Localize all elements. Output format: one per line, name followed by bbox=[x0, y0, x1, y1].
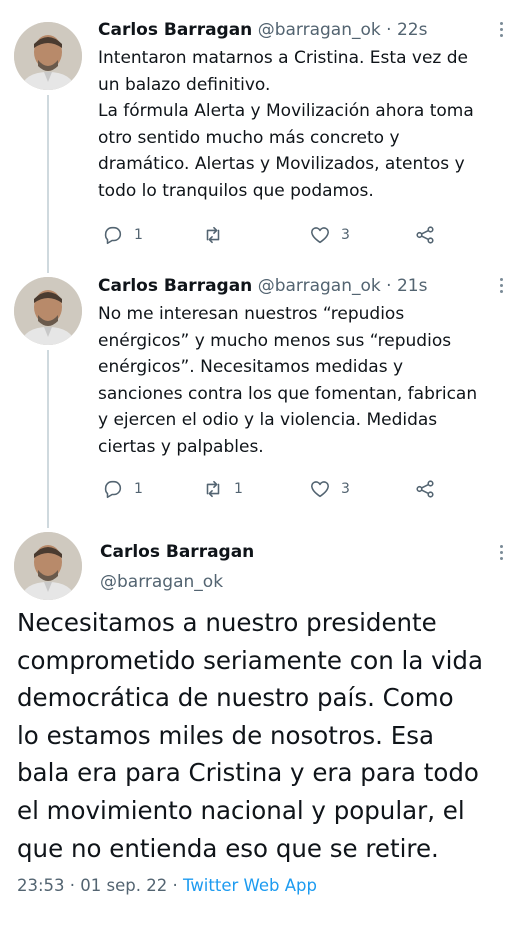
tweet-line: otro sentido mucho más concreto y bbox=[98, 127, 400, 148]
tweet-line: Necesitamos a nuestro presidente bbox=[17, 608, 437, 637]
tweet-line: La fórmula Alerta y Movilización ahora t… bbox=[98, 101, 474, 121]
reply-button[interactable]: 1 bbox=[102, 478, 143, 500]
tweet-header: Carlos Barragan @barragan_ok · 22s bbox=[98, 20, 427, 40]
display-name[interactable]: Carlos Barragan bbox=[98, 20, 252, 40]
reply-icon bbox=[104, 226, 122, 245]
retweet-button[interactable]: 1 bbox=[202, 478, 243, 500]
tweet-text: No me interesan nuestros “repudios enérg… bbox=[98, 301, 508, 460]
tweet-line: todo lo tranquilos que podamos. bbox=[98, 180, 374, 201]
reply-button[interactable]: 1 bbox=[102, 224, 143, 246]
tweet-line: el movimiento nacional y popular, el bbox=[17, 795, 465, 825]
share-button[interactable] bbox=[414, 478, 436, 500]
share-button[interactable] bbox=[414, 224, 436, 246]
tweet-line: enérgicos” y mucho menos sus “repudios bbox=[98, 330, 452, 351]
user-handle[interactable]: @barragan_ok bbox=[258, 20, 381, 40]
retweet-icon bbox=[206, 226, 220, 244]
tweet-header: Carlos Barragan @barragan_ok · 21s bbox=[98, 276, 427, 296]
tweet-thread: Carlos Barragan @barragan_ok · 22s Inten… bbox=[0, 0, 526, 935]
avatar[interactable] bbox=[14, 277, 82, 345]
retweet-icon bbox=[206, 480, 220, 498]
share-icon bbox=[416, 480, 434, 498]
tweet-time[interactable]: · 22s bbox=[386, 20, 427, 40]
tweet-actions: 1 1 3 bbox=[98, 478, 448, 502]
avatar-image bbox=[14, 532, 82, 600]
tweet-line: No me interesan nuestros “repudios bbox=[98, 304, 405, 324]
tweet-line: un balazo definitivo. bbox=[98, 74, 271, 95]
tweet-time[interactable]: · 21s bbox=[386, 276, 427, 296]
tweet-line: comprometido seriamente con la vida bbox=[17, 645, 484, 675]
tweet-line: que no entienda eso que se retire. bbox=[17, 833, 439, 863]
tweet-line: dramático. Alertas y Movilizados, atento… bbox=[98, 154, 465, 174]
avatar-image bbox=[14, 277, 82, 345]
avatar-image bbox=[14, 22, 82, 90]
tweet-line: enérgicos”. Necesitamos medidas y bbox=[98, 357, 404, 377]
like-count: 3 bbox=[341, 227, 350, 243]
like-button[interactable]: 3 bbox=[309, 224, 350, 246]
user-handle[interactable]: @barragan_ok bbox=[100, 572, 223, 592]
heart-icon bbox=[311, 481, 329, 498]
tweet[interactable]: Carlos Barragan @barragan_ok · 22s Inten… bbox=[0, 0, 526, 270]
avatar[interactable] bbox=[14, 532, 82, 600]
display-name[interactable]: Carlos Barragan bbox=[98, 276, 252, 296]
more-icon[interactable] bbox=[498, 278, 504, 293]
tweet-line: sanciones contra los que fomentan, fabri… bbox=[98, 383, 478, 404]
share-icon bbox=[416, 226, 434, 244]
tweet-line: ciertas y palpables. bbox=[98, 436, 264, 457]
tweet-line: y ejercen el odio y la violencia. Medida… bbox=[98, 410, 438, 430]
tweet-line: lo estamos miles de nosotros. Esa bbox=[17, 720, 434, 750]
tweet[interactable]: Carlos Barragan @barragan_ok · 21s No me… bbox=[0, 270, 526, 525]
more-icon[interactable] bbox=[498, 545, 504, 560]
tweet-actions: 1 3 bbox=[98, 224, 448, 248]
tweet-line: bala era para Cristina y era para todo bbox=[17, 758, 479, 788]
tweet-line: Intentaron matarnos a Cristina. Esta vez… bbox=[98, 48, 468, 68]
main-tweet-text: Necesitamos a nuestro presidente comprom… bbox=[17, 604, 517, 867]
tweet-text: Intentaron matarnos a Cristina. Esta vez… bbox=[98, 45, 508, 204]
reply-icon bbox=[104, 480, 122, 499]
heart-icon bbox=[311, 227, 329, 244]
retweet-button[interactable] bbox=[202, 224, 234, 246]
avatar[interactable] bbox=[14, 22, 82, 90]
like-count: 3 bbox=[341, 481, 350, 497]
timestamp[interactable]: 23:53 · 01 sep. 22 · bbox=[17, 876, 183, 895]
source-app[interactable]: Twitter Web App bbox=[183, 876, 317, 895]
tweet-line: democrática de nuestro país. Como bbox=[17, 683, 454, 713]
reply-count: 1 bbox=[134, 227, 143, 243]
display-name[interactable]: Carlos Barragan bbox=[100, 542, 254, 562]
retweet-count: 1 bbox=[234, 481, 243, 497]
user-handle[interactable]: @barragan_ok bbox=[258, 276, 381, 296]
reply-count: 1 bbox=[134, 481, 143, 497]
more-icon[interactable] bbox=[498, 22, 504, 37]
tweet-meta: 23:53 · 01 sep. 22 · Twitter Web App bbox=[17, 876, 317, 895]
like-button[interactable]: 3 bbox=[309, 478, 350, 500]
